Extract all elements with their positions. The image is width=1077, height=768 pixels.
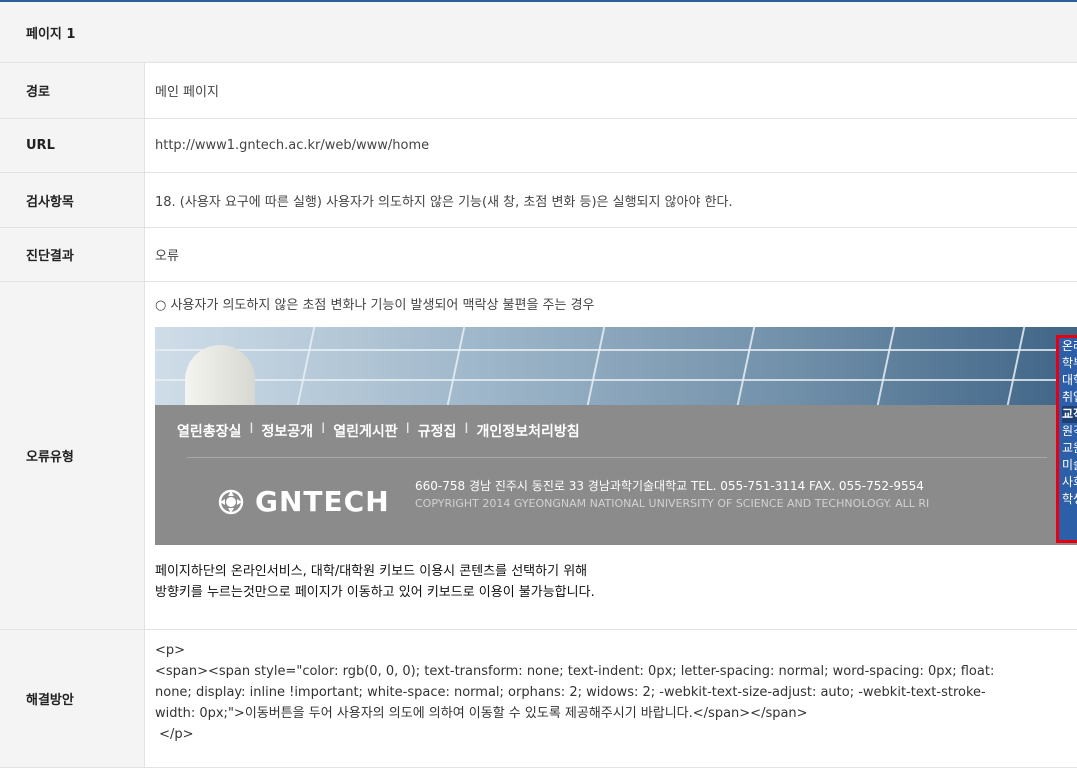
- footer-separator: I: [321, 421, 326, 437]
- row-url: URL http://www1.gntech.ac.kr/web/www/hom…: [0, 119, 1077, 173]
- result-value: 오류: [155, 249, 179, 264]
- footer-address: 660-758 경남 진주시 동진로 33 경남과학기술대학교 TEL. 055…: [415, 479, 924, 493]
- gntech-logo: GNTECH: [217, 485, 390, 518]
- solution-line: width: 0px;">이동버튼을 두어 사용자의 의도에 의하여 이동할 수…: [155, 706, 808, 721]
- error-description-line: 방향키를 누르는것만으로 페이지가 이동하고 있어 키보드로 이용이 불가능합니…: [155, 585, 595, 600]
- row-check-item: 검사항목 18. (사용자 요구에 따른 실행) 사용자가 의도하지 않은 기능…: [0, 173, 1077, 228]
- row-result: 진단결과 오류: [0, 228, 1077, 282]
- popup-item[interactable]: 교원: [1062, 440, 1077, 457]
- footer-link-president[interactable]: 열린총장실: [177, 421, 241, 441]
- solution-line: <p>: [155, 643, 186, 658]
- popup-item[interactable]: 미술: [1062, 457, 1077, 474]
- accessibility-report: 페이지 1 경로 메인 페이지 URL http://www1.gntech.a…: [0, 0, 1077, 768]
- page-title: 페이지 1: [0, 2, 1077, 63]
- popup-item-selected[interactable]: 교직: [1062, 406, 1077, 423]
- row-solution: 해결방안 <p> <span><span style="color: rgb(0…: [0, 630, 1077, 768]
- footer-link-info[interactable]: 정보공개: [262, 421, 314, 441]
- popup-item[interactable]: 학부: [1062, 355, 1077, 372]
- building-banner: [155, 327, 1077, 415]
- error-description: 페이지하단의 온라인서비스, 대학/대학원 키보드 이용시 콘텐츠를 선택하기 …: [155, 561, 595, 603]
- error-screenshot: 열린총장실 I 정보공개 I 열린게시판 I 규정집 I 개인정보처리방침 GN…: [155, 327, 1077, 545]
- error-summary: ○ 사용자가 의도하지 않은 초점 변화나 기능이 발생되어 맥락상 불편을 주…: [155, 298, 595, 313]
- footer-copyright: COPYRIGHT 2014 GYEONGNAM NATIONAL UNIVER…: [415, 497, 930, 510]
- path-label: 경로: [0, 63, 145, 118]
- path-value: 메인 페이지: [155, 85, 219, 100]
- footer-separator: I: [464, 421, 469, 437]
- url-label: URL: [0, 119, 145, 172]
- check-item-label: 검사항목: [0, 173, 145, 227]
- popup-item[interactable]: 취업: [1062, 389, 1077, 406]
- emblem-icon: [218, 489, 244, 514]
- solution-line: none; display: inline !important; white-…: [155, 685, 986, 700]
- footer-separator: I: [249, 421, 254, 437]
- popup-item[interactable]: 원격: [1062, 423, 1077, 440]
- solution-line: <span><span style="color: rgb(0, 0, 0); …: [155, 664, 995, 679]
- footer-link-rules[interactable]: 규정집: [418, 421, 457, 441]
- solution-code: <p> <span><span style="color: rgb(0, 0, …: [145, 630, 1077, 767]
- solution-line: </p>: [155, 727, 194, 742]
- url-value: http://www1.gntech.ac.kr/web/www/home: [155, 138, 430, 153]
- footer-separator: I: [405, 421, 410, 437]
- popup-item[interactable]: 대학: [1062, 372, 1077, 389]
- online-service-list-highlight: 온라 학부 대학 취업 교직 원격 교원 미술 사회 학생: [1056, 335, 1077, 543]
- logo-text: GNTECH: [255, 485, 390, 518]
- error-type-content: ○ 사용자가 의도하지 않은 초점 변화나 기능이 발생되어 맥락상 불편을 주…: [145, 282, 1077, 629]
- check-item-value: 18. (사용자 요구에 따른 실행) 사용자가 의도하지 않은 기능(새 창,…: [155, 194, 733, 210]
- row-error-type: 오류유형 ○ 사용자가 의도하지 않은 초점 변화나 기능이 발생되어 맥락상 …: [0, 282, 1077, 630]
- error-description-line: 페이지하단의 온라인서비스, 대학/대학원 키보드 이용시 콘텐츠를 선택하기 …: [155, 564, 588, 579]
- result-label: 진단결과: [0, 228, 145, 281]
- footer-links: 열린총장실 I 정보공개 I 열린게시판 I 규정집 I 개인정보처리방침: [177, 421, 580, 441]
- footer-link-privacy[interactable]: 개인정보처리방침: [477, 421, 580, 441]
- solution-label: 해결방안: [0, 630, 145, 767]
- site-footer: 열린총장실 I 정보공개 I 열린게시판 I 규정집 I 개인정보처리방침 GN…: [155, 405, 1077, 545]
- popup-item[interactable]: 학생: [1062, 491, 1077, 508]
- footer-divider: [187, 457, 1047, 458]
- footer-link-board[interactable]: 열린게시판: [333, 421, 397, 441]
- popup-item[interactable]: 온라: [1062, 338, 1077, 355]
- error-type-label: 오류유형: [0, 282, 145, 629]
- row-path: 경로 메인 페이지: [0, 63, 1077, 119]
- popup-item[interactable]: 사회: [1062, 474, 1077, 491]
